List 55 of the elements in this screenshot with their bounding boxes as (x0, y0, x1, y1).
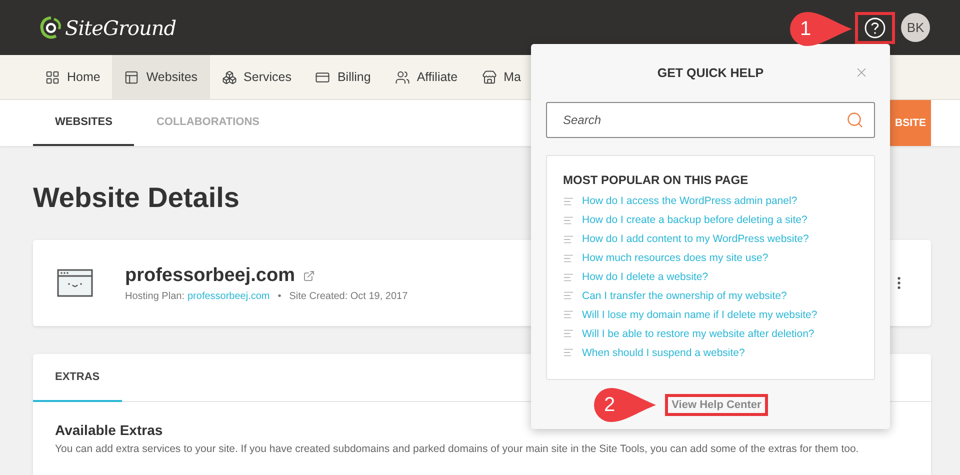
nav-item[interactable]: Affiliate (382, 55, 470, 99)
site-domain: professorbeej.com (125, 264, 295, 286)
document-icon (563, 272, 574, 282)
article-link[interactable]: How do I access the WordPress admin panel? (582, 195, 798, 208)
page-title: Website Details (33, 182, 240, 214)
document-icon (563, 290, 574, 302)
external-link-icon[interactable] (303, 270, 315, 282)
site-created: Site Created: Oct 19, 2017 (289, 290, 408, 302)
document-icon (563, 234, 574, 245)
plan-link[interactable]: professorbeej.com (187, 290, 270, 302)
article-link[interactable]: How do I create a backup before deleting a site? (582, 214, 808, 226)
nav-icon (45, 70, 60, 84)
nav-icon (394, 70, 410, 84)
document-icon (563, 347, 574, 358)
search-input[interactable]: Search (561, 112, 846, 128)
browser-window-icon (57, 269, 93, 297)
document-icon (563, 196, 574, 207)
article-link[interactable]: When should I suspend a website? (582, 346, 745, 359)
panel-title: GET QUICK HELP (657, 66, 764, 80)
user-avatar[interactable]: BK (901, 13, 930, 42)
document-icon (563, 309, 574, 320)
document-icon (563, 328, 574, 340)
nav-item[interactable]: Websites (112, 55, 210, 99)
tab[interactable]: COLLABORATIONS (134, 100, 282, 146)
plan-label: Hosting Plan: (125, 290, 184, 302)
tab[interactable]: WEBSITES (33, 100, 134, 146)
help-icon (864, 16, 886, 38)
document-icon (563, 252, 574, 264)
nav-icon (222, 70, 237, 84)
section-description: You can add extra services to your site. If you have created subdomains and parked domains of your main site in the Site Tools, you can add some of the extras for them too. (55, 443, 860, 455)
logo-icon (40, 16, 62, 40)
article-link[interactable]: How do I add content to my WordPress website? (582, 233, 809, 246)
nav-icon (482, 70, 497, 84)
nav-item[interactable]: Billing (303, 55, 383, 99)
nav-item[interactable]: Services (210, 55, 304, 99)
search-field[interactable]: Search (546, 102, 875, 138)
document-icon (563, 214, 574, 226)
help-center-link[interactable]: View Help Center (664, 394, 768, 416)
nav-item[interactable]: Ma (470, 55, 533, 99)
search-icon[interactable] (846, 111, 864, 129)
brand-name: SiteGround (65, 16, 176, 40)
separator-dot: • (278, 290, 282, 302)
help-button[interactable] (855, 12, 895, 44)
article-link[interactable]: Can I transfer the ownership of my website? (582, 290, 787, 302)
article-link[interactable]: How do I delete a website? (582, 271, 708, 283)
nav-icon (124, 70, 140, 84)
article-link[interactable]: Will I be able to restore my website after deletion? (582, 328, 814, 340)
article-link[interactable]: How much resources does my site use? (582, 252, 768, 264)
nav-item[interactable]: Home (33, 55, 112, 99)
article-link[interactable]: Will I lose my domain name if I delete my website? (582, 308, 818, 321)
section-heading: Available Extras (55, 422, 164, 438)
add-website-button[interactable]: BSITE (890, 100, 931, 146)
nav-icon (315, 70, 330, 84)
list-title: MOST POPULAR ON THIS PAGE (563, 173, 750, 187)
tab[interactable]: EXTRAS (33, 354, 122, 402)
